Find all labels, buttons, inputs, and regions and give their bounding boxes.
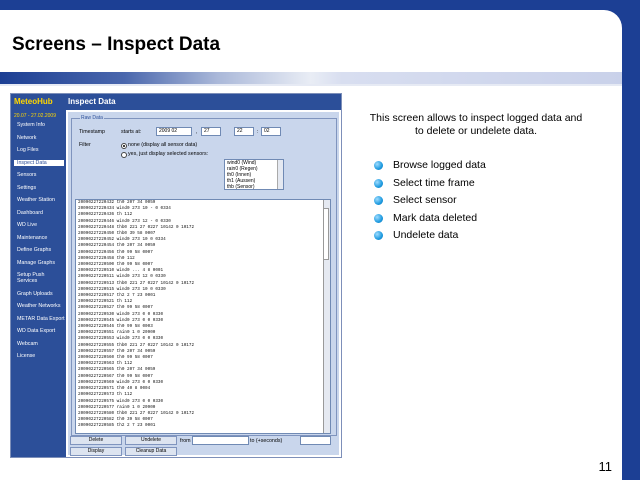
cleanup-data-button[interactable]: Cleanup Data [125,447,177,456]
display-button[interactable]: Display [70,447,122,456]
year-month-select[interactable]: 2009 02 [156,127,192,136]
bullet-item: Mark data deleted [374,212,486,230]
sidebar-item[interactable]: Manage Graphs [11,260,66,266]
starts-at-label: starts at: [121,129,142,135]
bullet-item: Select sensor [374,194,486,212]
year-month-value: 2009 02 [159,128,178,134]
date-separator: , [196,129,198,135]
sensor-listbox[interactable]: wind0 (Wind) rain0 (Regen) th0 (Innen) th1 … [224,159,284,190]
day-value: 27 [204,128,210,134]
undelete-button[interactable]: Undelete [125,436,177,445]
sensor-option[interactable]: thb (Sensor) [227,184,283,190]
sidebar-item[interactable]: Maintenance [11,235,66,241]
sidebar-item[interactable]: Dashboard [11,210,66,216]
sidebar-item[interactable]: Network [11,135,66,141]
day-select[interactable]: 27 [201,127,221,136]
sensor-scrollbar[interactable] [277,160,283,189]
sidebar-menu: System Info Network Log Files Inspect Data S… [11,122,66,366]
filter-label: Filter [79,142,91,148]
bullet-icon [374,161,383,170]
sidebar-item[interactable]: WD Live [11,222,66,228]
date-range: 20.07 - 27.02.2009 [14,113,56,119]
time-separator: : [257,129,259,135]
from-label: from [180,438,191,444]
app-sidebar: 20.07 - 27.02.2009 System Info Network Log… [11,110,66,457]
bullet-icon [374,213,383,223]
sidebar-item[interactable]: Weather Networks [11,303,66,309]
bullet-item: Undelete data [374,229,486,247]
sidebar-item[interactable]: License [11,353,66,359]
bullet-icon [374,196,383,205]
bullet-text: Browse logged data [393,159,486,171]
sidebar-item[interactable]: Setup Push Services [11,272,66,284]
to-label: to (+seconds) [250,438,283,444]
bullet-item: Browse logged data [374,159,486,177]
sidebar-item[interactable]: Graph Uploads [11,291,66,297]
feature-bullets: Browse logged data Select time frame Selec… [374,159,486,247]
hour-select[interactable]: 22 [234,127,254,136]
app-brand: MeteoHub [14,97,53,106]
bullet-icon [374,231,383,240]
app-screenshot: MeteoHub Inspect Data 20.07 - 27.02.2009… [10,93,342,458]
slide-title: Screens – Inspect Data [12,34,221,55]
minute-select[interactable]: 02 [261,127,281,136]
raw-data-group: Raw Data Timestamp starts at: 2009 02 , … [71,115,337,436]
data-row[interactable]: 20090227220585 th2 2 7 23 0001 [76,423,330,429]
from-input[interactable] [192,436,249,445]
sidebar-item[interactable]: Settings [11,185,66,191]
sidebar-item[interactable]: Sensors [11,172,66,178]
to-input[interactable] [300,436,331,445]
sidebar-item[interactable]: Weather Station [11,197,66,203]
raw-data-legend: Raw Data [80,115,104,121]
bullet-text: Select sensor [393,194,457,206]
sidebar-item[interactable]: System Info [11,122,66,128]
minute-value: 02 [264,128,270,134]
bullet-text: Mark data deleted [393,211,478,224]
sidebar-item[interactable]: Define Graphs [11,247,66,253]
sidebar-item[interactable]: Inspect Data [14,159,64,166]
intro-text: This screen allows to inspect logged dat… [369,112,583,137]
bullet-icon [374,178,383,188]
filter-none-label: none (display all sensor data) [128,142,198,148]
sidebar-item[interactable]: Log Files [11,147,66,153]
app-main: Raw Data Timestamp starts at: 2009 02 , … [68,112,339,456]
sidebar-item[interactable]: Webcam [11,341,66,347]
app-page-title: Inspect Data [68,97,116,106]
filter-none-radio[interactable] [121,143,127,149]
data-scrollbar[interactable] [323,200,330,433]
slide-number: 11 [598,459,613,474]
data-scroll-thumb[interactable] [323,208,329,260]
app-header: MeteoHub Inspect Data [11,94,341,110]
bullet-text: Undelete data [393,229,459,241]
timestamp-label: Timestamp [79,129,105,135]
sidebar-item[interactable]: METAR Data Export [11,316,66,322]
filter-selected-radio[interactable] [121,152,127,158]
title-rule-underline [0,84,622,86]
bullet-item: Select time frame [374,177,486,195]
filter-selected-label: yes, just display selected sensors: [128,151,209,157]
delete-button[interactable]: Delete [70,436,122,445]
sidebar-item[interactable]: WD Data Export [11,328,66,334]
hour-value: 22 [237,128,243,134]
title-rule [0,72,622,84]
data-listbox[interactable]: 20090227220432 th0 207 34 0059 2009022722… [75,199,331,434]
bullet-text: Select time frame [393,176,475,189]
slide: Screens – Inspect Data MeteoHub Inspect … [0,10,622,480]
